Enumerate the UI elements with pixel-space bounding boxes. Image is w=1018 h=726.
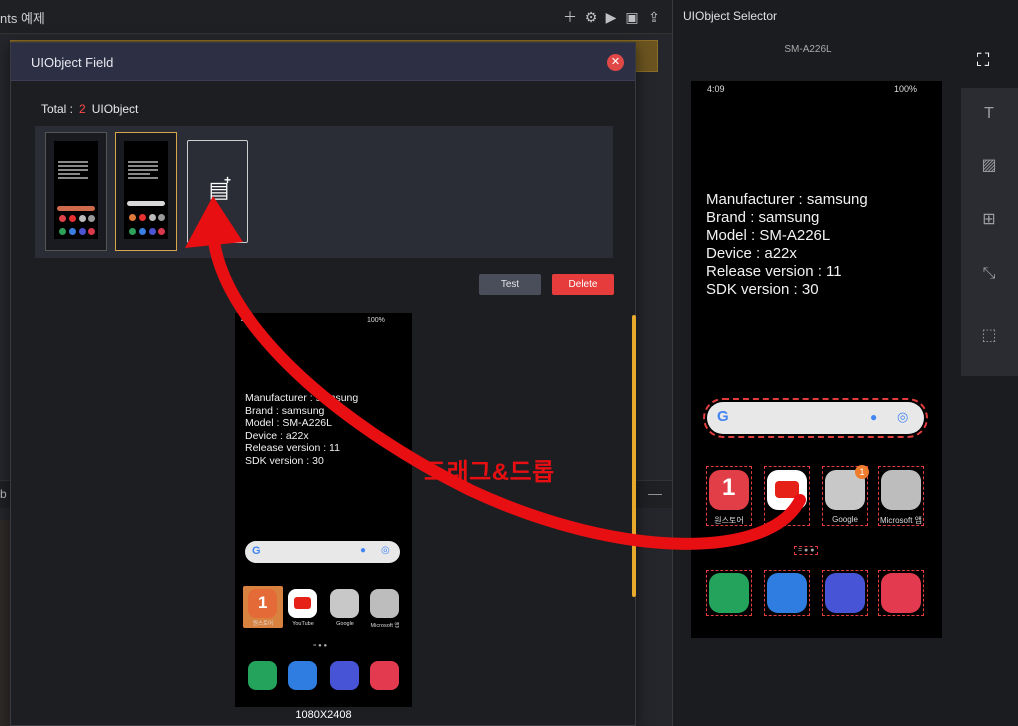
test-button[interactable]: Test (479, 274, 541, 295)
panel-title: UIObject Selector (683, 9, 778, 23)
camera-app-icon (881, 573, 921, 613)
uiobject-preview-screenshot: 4:09 100% Manufacturer : samsung Brand :… (235, 313, 412, 707)
app-label: 원스토어 (714, 516, 744, 525)
page-indicator: = ● ● (313, 643, 328, 649)
page-indicator[interactable]: = ● ● (793, 546, 819, 555)
screen-capture-icon[interactable]: ⛶ (969, 44, 997, 76)
device-info-text: Manufacturer : samsung Brand : samsung M… (245, 392, 359, 467)
status-time: 4:09 (707, 84, 725, 94)
mic-icon: ● (360, 545, 367, 556)
camera-app-icon (370, 661, 399, 690)
uiobject-thumbnail[interactable] (45, 132, 107, 251)
play-icon[interactable]: ▶ (603, 9, 619, 25)
mic-icon: ● (870, 410, 878, 424)
status-time: 4:09 (241, 317, 255, 324)
total-row: Total : 2 UIObject (41, 102, 138, 116)
add-icon[interactable]: ＋ (562, 9, 578, 25)
gear-icon[interactable]: ⚙ (583, 9, 599, 25)
device-screen[interactable]: 4:09 100% Manufacturer : samsung Brand :… (691, 81, 942, 638)
editor-side-letter: b (0, 487, 7, 501)
uiobject-selector-panel: UIObject Selector SM-A226L 4:09 100% Man… (672, 0, 1018, 726)
internet-app-icon (330, 661, 359, 690)
uiobject-thumbnail-selected[interactable] (115, 132, 177, 251)
drag-and-drop-label: 드래그&드롭 (424, 459, 555, 486)
lens-icon: ◎ (897, 409, 909, 424)
phone-app-icon (248, 661, 277, 690)
device-info-text: Manufacturer : samsung Brand : samsung M… (706, 191, 868, 298)
plus-icon: + (224, 173, 232, 187)
grid-select-icon[interactable]: ⊞ (975, 206, 1003, 234)
messages-app-icon (767, 573, 807, 613)
youtube-app-icon (767, 470, 807, 510)
dialog-title: UIObject Field (31, 55, 114, 70)
selector-toolbar: T ▨ ⊞ ⤡ ⬚ (961, 88, 1018, 376)
lens-icon: ◎ (381, 545, 390, 556)
text-select-icon[interactable]: T (975, 100, 1003, 128)
close-button[interactable]: ✕ (607, 54, 624, 71)
google-folder-icon (330, 589, 359, 618)
messages-app-icon (288, 661, 317, 690)
battery-status: 100% (367, 317, 385, 324)
shrink-icon[interactable]: ⤡ (975, 260, 1003, 288)
battery-status: 100% (894, 84, 918, 94)
thumbnail-screen (124, 141, 168, 239)
onestore-glyph: 1 (722, 474, 736, 501)
total-count: 2 (79, 102, 86, 116)
editor-title: nts 예제 (0, 11, 45, 26)
editor-edge-strip (0, 520, 10, 726)
resolution-label: 1080X2408 (295, 709, 352, 721)
internet-app-icon (825, 573, 865, 613)
app-label: Microsoft 앱 (370, 623, 400, 629)
dialog-header: UIObject Field ✕ (11, 43, 635, 81)
region-select-icon[interactable]: ⬚ (975, 322, 1003, 350)
add-uiobject-button[interactable]: ▤ + (187, 140, 248, 243)
phone-app-icon (709, 573, 749, 613)
thumbnail-screen (54, 141, 98, 239)
total-unit: UIObject (91, 102, 139, 116)
save-icon[interactable]: ▣ (624, 9, 640, 25)
notification-badge: 1 (855, 465, 869, 479)
share-icon[interactable]: ⇪ (646, 9, 662, 25)
microsoft-folder-icon (881, 470, 921, 510)
minimize-icon[interactable]: — (648, 485, 662, 501)
image-select-icon[interactable]: ▨ (975, 152, 1003, 180)
google-search-bar: G ● ◎ (245, 541, 400, 563)
google-icon: G (717, 408, 729, 425)
uiobject-thumbnail-list: ▤ + (35, 126, 613, 258)
scrollbar-thumb[interactable] (632, 315, 636, 597)
onestore-glyph: 1 (258, 593, 268, 612)
total-label: Total : (41, 102, 74, 116)
device-model-label: SM-A226L (784, 44, 832, 55)
google-search-bar[interactable]: G ● ◎ (703, 398, 928, 438)
microsoft-folder-icon (370, 589, 399, 618)
google-icon: G (252, 545, 261, 557)
delete-button[interactable]: Delete (552, 274, 614, 295)
app-label: YouTube (292, 621, 314, 627)
app-label: Google (832, 515, 858, 524)
app-label: Microsoft 앱 (879, 516, 923, 525)
youtube-app-icon (288, 589, 317, 618)
editor-toolbar: nts 예제 ＋ ⚙ ▶ ▣ ⇪ (0, 0, 672, 34)
